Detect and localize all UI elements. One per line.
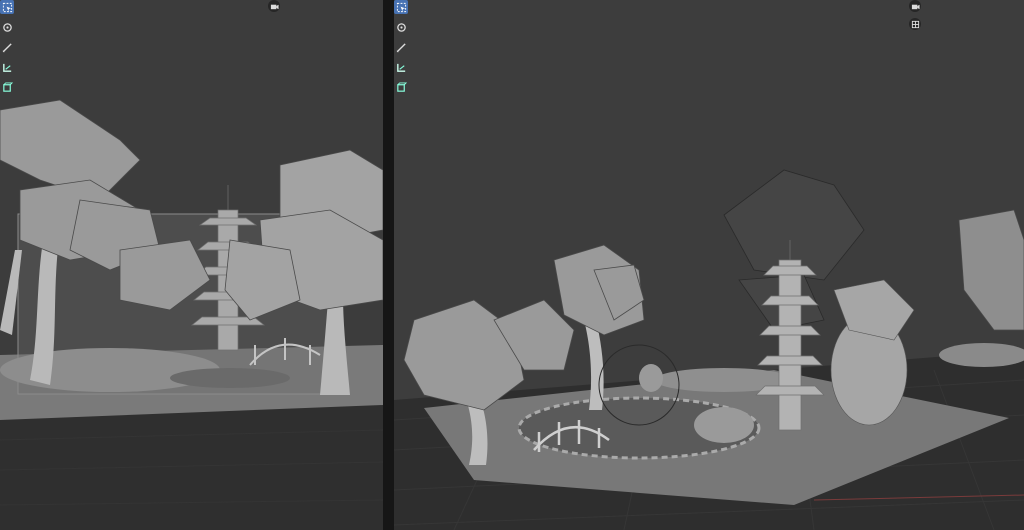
left-3d-viewport[interactable] — [0, 0, 383, 530]
annotate-icon — [396, 42, 406, 52]
right-navigation-gizmo — [909, 0, 921, 30]
annotate-icon — [2, 42, 12, 52]
left-viewport-scene — [0, 0, 383, 530]
ortho-grid-icon — [911, 20, 919, 28]
cursor-icon — [2, 22, 12, 32]
add-cube-icon — [2, 81, 13, 92]
camera-view-icon — [270, 4, 279, 9]
blender-app — [0, 0, 1024, 530]
right-toolbar — [394, 0, 408, 94]
cursor-icon — [396, 22, 406, 32]
annotate-tool[interactable] — [0, 40, 14, 54]
annotate-tool[interactable] — [394, 40, 408, 54]
measure-tool[interactable] — [0, 60, 14, 74]
measure-icon — [2, 63, 11, 72]
ortho-toggle-button[interactable] — [909, 18, 921, 30]
right-3d-viewport[interactable] — [394, 0, 1024, 530]
add-cube-icon — [396, 81, 407, 92]
camera-view-icon — [911, 4, 920, 9]
camera-view-button[interactable] — [909, 0, 921, 12]
measure-icon — [396, 63, 405, 72]
measure-tool[interactable] — [394, 60, 408, 74]
select-box-icon — [396, 2, 406, 12]
add-cube-tool[interactable] — [394, 80, 408, 94]
select-box-tool[interactable] — [0, 0, 14, 14]
select-box-icon — [2, 2, 12, 12]
right-viewport-scene — [394, 0, 1024, 530]
cursor-tool[interactable] — [0, 20, 14, 34]
camera-view-button[interactable] — [268, 0, 280, 12]
left-toolbar — [0, 0, 14, 94]
add-cube-tool[interactable] — [0, 80, 14, 94]
select-box-tool[interactable] — [394, 0, 408, 14]
left-navigation-gizmo — [268, 0, 280, 12]
viewport-divider[interactable] — [383, 0, 394, 530]
cursor-tool[interactable] — [394, 20, 408, 34]
